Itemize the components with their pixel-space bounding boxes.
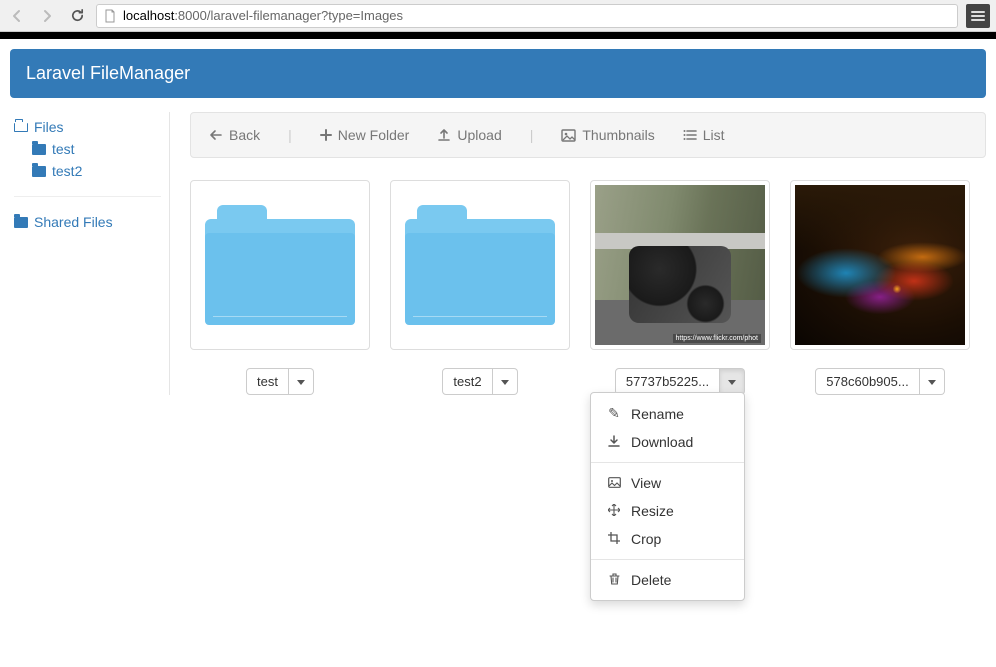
toolbar-label: Thumbnails <box>582 127 654 143</box>
menu-resize[interactable]: Resize <box>591 497 744 525</box>
folder-thumb[interactable] <box>390 180 570 350</box>
item-button-group: test <box>246 368 314 395</box>
folder-icon <box>32 144 46 155</box>
toolbar-label: Upload <box>457 127 501 143</box>
list-icon <box>683 129 697 141</box>
item-dropdown-toggle[interactable] <box>720 368 745 395</box>
sidebar-item-label: Shared Files <box>34 214 113 230</box>
sidebar-item-shared[interactable]: Shared Files <box>14 211 161 233</box>
app: Laravel FileManager Files test test2 Sha… <box>0 39 996 667</box>
item-name-button[interactable]: test2 <box>442 368 492 395</box>
folder-icon <box>205 205 355 325</box>
toolbar-label: New Folder <box>338 127 410 143</box>
folder-icon <box>14 217 28 228</box>
plus-icon <box>320 129 332 141</box>
browser-reload-button[interactable] <box>66 5 88 27</box>
page-icon <box>103 9 117 23</box>
window-border <box>0 32 996 39</box>
menu-download[interactable]: Download <box>591 428 744 456</box>
grid-item-image: 578c60b905... <box>790 180 970 395</box>
upload-icon <box>437 128 451 142</box>
toolbar-label: List <box>703 127 725 143</box>
caret-down-icon <box>928 380 936 385</box>
sidebar-item-files[interactable]: Files <box>14 116 161 138</box>
url-bar[interactable]: localhost:8000/laravel-filemanager?type=… <box>96 4 958 28</box>
toolbar-separator: | <box>288 127 292 143</box>
download-icon <box>607 434 621 450</box>
sidebar-item-label: test <box>52 141 75 157</box>
new-folder-button[interactable]: New Folder <box>320 127 410 143</box>
browser-chrome: localhost:8000/laravel-filemanager?type=… <box>0 0 996 32</box>
menu-separator <box>591 462 744 463</box>
browser-forward-button[interactable] <box>36 5 58 27</box>
sidebar: Files test test2 Shared Files <box>10 112 170 395</box>
image-thumb[interactable] <box>790 180 970 350</box>
folder-icon <box>32 166 46 177</box>
url-text: localhost:8000/laravel-filemanager?type=… <box>123 8 403 23</box>
arrow-left-icon <box>209 128 223 142</box>
browser-menu-button[interactable] <box>966 4 990 28</box>
browser-back-button[interactable] <box>6 5 28 27</box>
trash-icon <box>607 572 621 588</box>
main: Files test test2 Shared Files Back <box>10 112 986 395</box>
app-header: Laravel FileManager <box>10 49 986 98</box>
menu-delete[interactable]: Delete <box>591 566 744 594</box>
image-icon <box>607 475 621 491</box>
item-name-button[interactable]: test <box>246 368 289 395</box>
upload-button[interactable]: Upload <box>437 127 501 143</box>
crop-icon <box>607 531 621 547</box>
caret-down-icon <box>501 380 509 385</box>
folder-open-icon <box>14 123 28 132</box>
edit-icon: ✎ <box>607 405 621 422</box>
image-icon <box>561 129 576 142</box>
sidebar-item-test[interactable]: test <box>14 138 161 160</box>
item-dropdown-toggle[interactable] <box>493 368 518 395</box>
content: Back | New Folder Upload | Thumbnails <box>170 112 986 395</box>
caret-down-icon <box>728 380 736 385</box>
image-preview: https://www.flickr.com/phot <box>595 185 765 345</box>
item-grid: test test2 <box>190 180 986 395</box>
item-name-button[interactable]: 57737b5225... <box>615 368 720 395</box>
image-thumb[interactable]: https://www.flickr.com/phot <box>590 180 770 350</box>
image-preview <box>795 185 965 345</box>
toolbar: Back | New Folder Upload | Thumbnails <box>190 112 986 158</box>
list-button[interactable]: List <box>683 127 725 143</box>
menu-crop[interactable]: Crop <box>591 525 744 553</box>
grid-item-folder: test2 <box>390 180 570 395</box>
item-button-group: test2 <box>442 368 517 395</box>
item-button-group: 578c60b905... <box>815 368 944 395</box>
sidebar-item-label: Files <box>34 119 64 135</box>
caret-down-icon <box>297 380 305 385</box>
sidebar-item-test2[interactable]: test2 <box>14 160 161 182</box>
app-title: Laravel FileManager <box>26 63 190 83</box>
context-menu: ✎ Rename Download View <box>590 392 745 601</box>
back-button[interactable]: Back <box>209 127 260 143</box>
grid-item-folder: test <box>190 180 370 395</box>
sidebar-item-label: test2 <box>52 163 82 179</box>
menu-view[interactable]: View <box>591 469 744 497</box>
folder-icon <box>405 205 555 325</box>
menu-rename[interactable]: ✎ Rename <box>591 399 744 428</box>
toolbar-label: Back <box>229 127 260 143</box>
item-button-group: 57737b5225... <box>615 368 745 395</box>
sidebar-separator <box>14 196 161 197</box>
item-name-button[interactable]: 578c60b905... <box>815 368 919 395</box>
item-dropdown-toggle[interactable] <box>289 368 314 395</box>
grid-item-image: https://www.flickr.com/phot 57737b5225..… <box>590 180 770 395</box>
thumbnails-button[interactable]: Thumbnails <box>561 127 654 143</box>
item-dropdown-toggle[interactable] <box>920 368 945 395</box>
toolbar-separator: | <box>530 127 534 143</box>
move-icon <box>607 503 621 519</box>
menu-separator <box>591 559 744 560</box>
folder-thumb[interactable] <box>190 180 370 350</box>
